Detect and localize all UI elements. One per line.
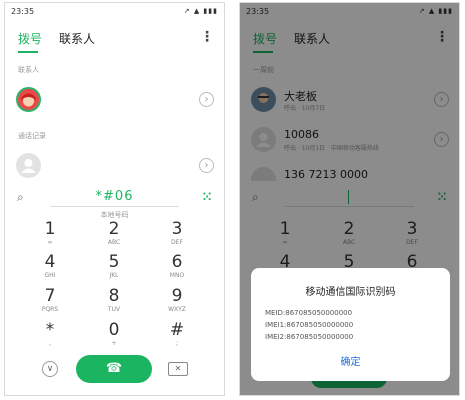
collapse-keypad-icon[interactable]: ∨ [42,361,58,377]
key-6[interactable]: 6 MNO [152,253,202,280]
backspace-icon[interactable]: ✕ [168,362,188,376]
more-menu-icon[interactable]: ⋮ [200,29,214,45]
person-icon [21,159,36,173]
clock: 23:35 [11,6,35,16]
key-3[interactable]: 3 DEF [152,220,202,247]
dialog-title: 移动通信国际识别码 [305,287,396,298]
recent-call-row[interactable]: › [5,149,224,183]
imei1-line: IMEI1:867085050000000 [265,321,354,329]
dialer-screen-with-dialog: 23:35 ↗ ▲ ▮▮▮ 拨号 联系人 ⋮ 一周前 大老板 呼出 · 10月7… [239,2,460,396]
input-underline [50,206,179,207]
key-8[interactable]: 8 TUV [89,287,139,314]
key-9[interactable]: 9 WXYZ [152,287,202,314]
status-bar: 23:35 ↗ ▲ ▮▮▮ [5,3,224,19]
key-star[interactable]: *, [25,321,75,348]
key-2[interactable]: 2 ABC [89,220,139,247]
status-icons: ↗ ▲ ▮▮▮ [183,7,218,15]
key-hash[interactable]: #; [152,321,202,348]
active-tab-indicator [18,51,38,53]
top-tabs: 拨号 联系人 ⋮ [5,23,224,55]
contacts-section-header: 联系人 [18,66,39,74]
ok-button[interactable]: 确定 [251,353,450,368]
tab-contacts[interactable]: 联系人 [59,30,95,47]
imei2-line: IMEI2:867085050000000 [265,333,354,341]
contact-detail-chevron-icon[interactable]: › [199,92,214,107]
meid-line: MEID:867085050000000 [265,309,353,317]
imei-dialog: 移动通信国际识别码 MEID:867085050000000 IMEI1:867… [251,268,450,381]
avatar-face-icon [21,93,36,107]
key-1[interactable]: 1 ∞ [25,220,75,247]
avatar [16,87,41,112]
key-4[interactable]: 4 GHI [25,253,75,280]
tab-dial[interactable]: 拨号 [18,30,42,47]
phone-icon: ☎ [105,361,123,376]
key-5[interactable]: 5 JKL [89,253,139,280]
recent-detail-chevron-icon[interactable]: › [199,158,214,173]
recent-section-header: 通话记录 [18,132,46,140]
keypad-toggle-icon[interactable]: ⁙ [202,190,212,204]
call-button[interactable]: ☎ [76,355,152,383]
dialer-screen: 23:35 ↗ ▲ ▮▮▮ 拨号 联系人 ⋮ 联系人 › 通话记录 › ⌕ *#… [4,2,225,396]
dial-input-bar: ⌕ *#06 ⁙ [5,186,224,212]
dial-number-input[interactable]: *#06 [5,189,224,204]
contact-row[interactable]: › [5,83,224,117]
avatar [16,153,41,178]
key-0[interactable]: 0 + [89,321,139,348]
key-7[interactable]: 7 PQRS [25,287,75,314]
